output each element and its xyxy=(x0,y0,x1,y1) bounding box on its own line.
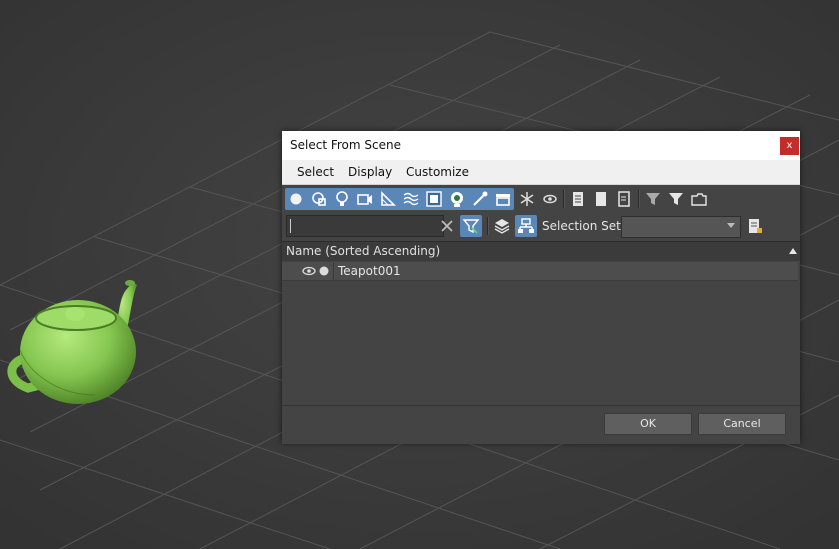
cameras-filter-icon xyxy=(357,194,372,205)
search-toolbar: Selection Set: xyxy=(282,213,800,241)
scene-object-list[interactable]: Teapot001 xyxy=(282,261,800,405)
ok-button[interactable]: OK xyxy=(604,413,692,435)
selection-set-dropdown[interactable] xyxy=(621,216,741,238)
search-input[interactable] xyxy=(286,215,444,237)
visibility-icon xyxy=(543,194,557,204)
visibility-toggle-button[interactable] xyxy=(539,188,561,210)
toolbar-divider xyxy=(638,190,640,208)
xrefs-filter-icon xyxy=(451,192,463,207)
edit-selection-set-button[interactable] xyxy=(744,215,766,237)
title-bar[interactable]: Select From Scene x xyxy=(282,131,800,160)
frozen-state-icon[interactable] xyxy=(319,266,329,276)
clear-search-button[interactable] xyxy=(436,215,458,237)
page-view-button[interactable] xyxy=(590,188,612,210)
folder-button[interactable] xyxy=(688,188,710,210)
containers-filter-button[interactable] xyxy=(492,188,514,210)
frozen-icon xyxy=(520,192,534,206)
lights-filter-icon xyxy=(336,191,348,206)
filter-options-button[interactable] xyxy=(642,188,664,210)
toolbar-divider xyxy=(563,190,565,208)
select-from-scene-dialog: Select From Scene x Select Display Custo… xyxy=(282,131,800,444)
layers-icon xyxy=(494,219,510,234)
edit-named-selection-icon xyxy=(749,219,762,233)
shapes-filter-icon xyxy=(312,192,326,206)
layer-view-button[interactable] xyxy=(491,215,513,237)
filter-toolbar xyxy=(282,185,800,213)
filter-funnel-icon xyxy=(462,219,480,234)
chevron-down-icon xyxy=(727,223,735,228)
details-icon xyxy=(618,191,630,207)
hierarchy-view-button[interactable] xyxy=(515,215,537,237)
xrefs-filter-button[interactable] xyxy=(446,188,468,210)
cancel-button[interactable]: Cancel xyxy=(698,413,786,435)
menu-customize[interactable]: Customize xyxy=(406,165,469,179)
hierarchy-icon xyxy=(518,218,534,233)
filter-button[interactable] xyxy=(665,188,687,210)
menu-display[interactable]: Display xyxy=(348,165,392,179)
groups-filter-button[interactable] xyxy=(423,188,445,210)
helpers-filter-icon xyxy=(381,191,396,206)
shapes-filter-button[interactable] xyxy=(308,188,330,210)
page-icon xyxy=(596,192,606,206)
menu-bar: Select Display Customize xyxy=(282,160,800,185)
object-name: Teapot001 xyxy=(338,264,401,278)
bones-filter-button[interactable] xyxy=(469,188,491,210)
frozen-toggle-button[interactable] xyxy=(516,188,538,210)
funnel-icon xyxy=(669,193,683,205)
containers-filter-icon xyxy=(496,194,510,206)
cameras-filter-button[interactable] xyxy=(354,188,376,210)
geometry-filter-icon xyxy=(290,193,302,205)
sort-ascending-icon xyxy=(789,248,797,254)
visibility-icon[interactable] xyxy=(302,266,316,276)
groups-filter-icon xyxy=(426,191,442,207)
list-icon xyxy=(573,192,583,206)
selection-set-label: Selection Set: xyxy=(542,219,625,233)
list-header[interactable]: Name (Sorted Ascending) xyxy=(282,241,800,262)
close-icon: x xyxy=(786,140,793,151)
text-cursor xyxy=(290,219,291,233)
menu-select[interactable]: Select xyxy=(297,165,334,179)
bones-filter-icon xyxy=(473,191,488,206)
dialog-footer: OK Cancel xyxy=(282,405,800,444)
column-divider xyxy=(333,262,334,280)
list-view-button[interactable] xyxy=(567,188,589,210)
folder-icon xyxy=(691,193,707,206)
space-warps-filter-icon xyxy=(403,192,419,206)
geometry-filter-button[interactable] xyxy=(285,188,307,210)
space-warps-filter-button[interactable] xyxy=(400,188,422,210)
filter-funnel-icon xyxy=(646,193,660,205)
column-header-name[interactable]: Name (Sorted Ascending) xyxy=(286,244,440,258)
dialog-title: Select From Scene xyxy=(290,138,401,152)
close-button[interactable]: x xyxy=(780,137,799,155)
toolbar-divider xyxy=(487,217,489,235)
lights-filter-button[interactable] xyxy=(331,188,353,210)
details-view-button[interactable] xyxy=(613,188,635,210)
helpers-filter-button[interactable] xyxy=(377,188,399,210)
filter-match-button[interactable] xyxy=(460,215,482,237)
list-item[interactable]: Teapot001 xyxy=(282,262,798,281)
close-icon xyxy=(441,220,453,232)
